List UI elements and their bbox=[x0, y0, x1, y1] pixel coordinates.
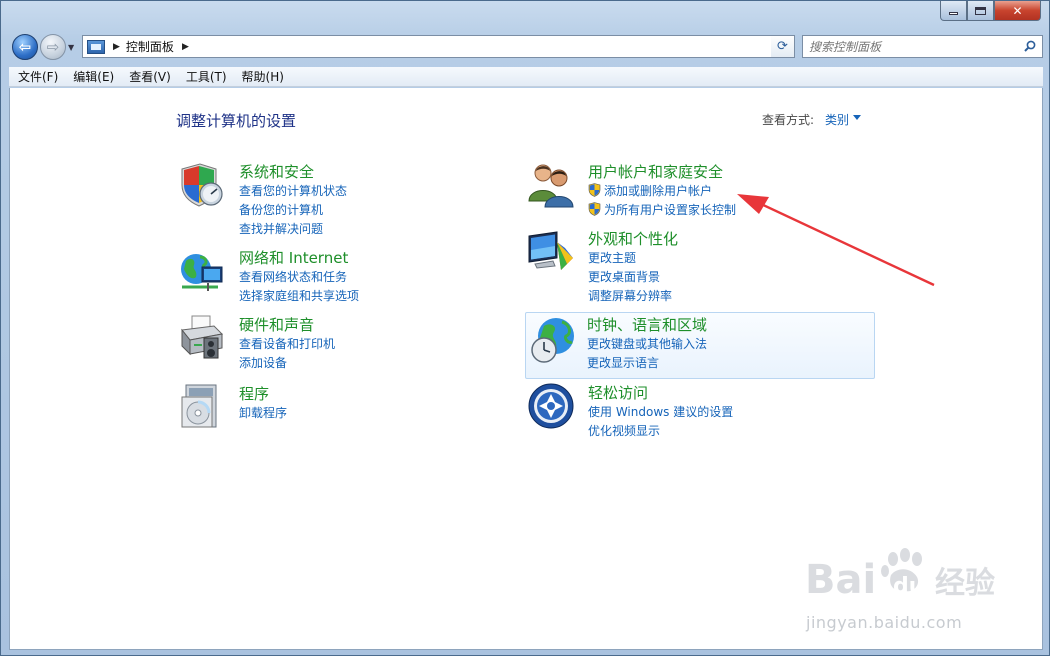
category-title[interactable]: 程序 bbox=[239, 383, 269, 404]
category-appearance: 外观和个性化 更改主题 更改桌面背景 调整屏幕分辨率 bbox=[527, 228, 827, 303]
category-network-internet: 网络和 Internet 查看网络状态和任务 选择家庭组和共享选项 bbox=[178, 247, 478, 303]
recent-pages-dropdown[interactable]: ▼ bbox=[68, 43, 74, 52]
category-links: 更改主题 更改桌面背景 调整屏幕分辨率 bbox=[588, 249, 672, 306]
link-parental-controls[interactable]: 为所有用户设置家长控制 bbox=[588, 201, 736, 220]
svg-text:Bai: Bai bbox=[805, 557, 876, 603]
control-panel-window: ✕ ⇦ ⇨ ▼ ▶ 控制面板 ▶ ▼ ⟳ 文件(F) 编辑(E) 查看(V) 工… bbox=[0, 0, 1050, 656]
menu-view[interactable]: 查看(V) bbox=[120, 68, 177, 85]
security-shield-icon[interactable] bbox=[178, 161, 226, 209]
back-arrow-icon: ⇦ bbox=[18, 38, 32, 56]
link-backup-computer[interactable]: 备份您的计算机 bbox=[239, 201, 347, 220]
link-view-computer-status[interactable]: 查看您的计算机状态 bbox=[239, 182, 347, 201]
search-box[interactable] bbox=[802, 35, 1043, 58]
category-clock-language-region[interactable]: 时钟、语言和区域 更改键盘或其他输入法 更改显示语言 bbox=[525, 312, 875, 379]
link-optimize-display[interactable]: 优化视频显示 bbox=[588, 422, 733, 441]
link-devices-printers[interactable]: 查看设备和打印机 bbox=[239, 335, 335, 354]
programs-disc-icon[interactable] bbox=[178, 383, 226, 431]
refresh-button[interactable]: ⟳ bbox=[771, 35, 795, 58]
uac-shield-icon bbox=[588, 183, 601, 197]
menu-file[interactable]: 文件(F) bbox=[9, 68, 64, 85]
control-panel-icon bbox=[87, 39, 105, 54]
category-system-security: 系统和安全 查看您的计算机状态 备份您的计算机 查找并解决问题 bbox=[178, 161, 478, 236]
hardware-printer-icon[interactable] bbox=[178, 314, 226, 362]
category-title[interactable]: 外观和个性化 bbox=[588, 228, 678, 249]
clock-globe-icon bbox=[531, 318, 574, 363]
link-display-language[interactable]: 更改显示语言 bbox=[587, 354, 707, 373]
svg-text:du: du bbox=[893, 574, 924, 599]
network-globe-icon[interactable] bbox=[178, 247, 226, 295]
svg-text:经验: 经验 bbox=[935, 566, 995, 601]
category-links: 卸载程序 bbox=[239, 404, 287, 423]
link-uninstall-program[interactable]: 卸载程序 bbox=[239, 404, 287, 423]
category-links: 查看您的计算机状态 备份您的计算机 查找并解决问题 bbox=[239, 182, 347, 239]
category-links: 使用 Windows 建议的设置 优化视频显示 bbox=[588, 403, 733, 441]
category-title[interactable]: 轻松访问 bbox=[588, 382, 648, 403]
link-add-device[interactable]: 添加设备 bbox=[239, 354, 335, 373]
search-icon[interactable] bbox=[1024, 40, 1036, 52]
page-title: 调整计算机的设置 bbox=[176, 112, 297, 130]
back-button[interactable]: ⇦ bbox=[12, 34, 38, 60]
uac-shield-icon bbox=[588, 202, 601, 216]
link-homegroup-sharing[interactable]: 选择家庭组和共享选项 bbox=[239, 287, 359, 306]
link-add-remove-accounts[interactable]: 添加或删除用户帐户 bbox=[588, 182, 736, 201]
breadcrumb-separator-icon[interactable]: ▶ bbox=[182, 42, 189, 52]
view-by-label: 查看方式: bbox=[762, 113, 815, 127]
menu-edit[interactable]: 编辑(E) bbox=[64, 68, 120, 85]
link-network-status[interactable]: 查看网络状态和任务 bbox=[239, 268, 359, 287]
breadcrumb-separator-icon[interactable]: ▶ bbox=[113, 42, 120, 52]
category-title[interactable]: 网络和 Internet bbox=[239, 247, 348, 268]
category-user-accounts: 用户帐户和家庭安全 添加或删除用户帐户 为所有用户设置家长控制 bbox=[527, 161, 827, 217]
category-links: 更改键盘或其他输入法 更改显示语言 bbox=[587, 335, 707, 373]
ease-of-access-icon[interactable] bbox=[527, 382, 575, 430]
category-title[interactable]: 系统和安全 bbox=[239, 161, 314, 182]
menu-tools[interactable]: 工具(T) bbox=[177, 68, 233, 85]
link-label: 为所有用户设置家长控制 bbox=[604, 203, 737, 217]
link-desktop-background[interactable]: 更改桌面背景 bbox=[588, 268, 672, 287]
category-links: 查看网络状态和任务 选择家庭组和共享选项 bbox=[239, 268, 359, 306]
link-troubleshoot[interactable]: 查找并解决问题 bbox=[239, 220, 347, 239]
search-input[interactable] bbox=[803, 39, 1013, 54]
close-button[interactable]: ✕ bbox=[994, 1, 1041, 21]
navigation-bar: ⇦ ⇨ ▼ ▶ 控制面板 ▶ ▼ ⟳ bbox=[9, 31, 1043, 63]
category-title[interactable]: 时钟、语言和区域 bbox=[587, 314, 707, 335]
category-title[interactable]: 用户帐户和家庭安全 bbox=[588, 161, 723, 182]
category-title[interactable]: 硬件和声音 bbox=[239, 314, 314, 335]
category-programs: 程序 卸载程序 bbox=[178, 383, 478, 433]
maximize-icon bbox=[975, 6, 986, 15]
category-links: 查看设备和打印机 添加设备 bbox=[239, 335, 335, 373]
minimize-icon bbox=[949, 12, 958, 15]
watermark-url: jingyan.baidu.com bbox=[806, 613, 963, 632]
link-change-theme[interactable]: 更改主题 bbox=[588, 249, 672, 268]
link-screen-resolution[interactable]: 调整屏幕分辨率 bbox=[588, 287, 672, 306]
view-by-caret-icon[interactable] bbox=[853, 115, 861, 120]
link-keyboards-input[interactable]: 更改键盘或其他输入法 bbox=[587, 335, 707, 354]
close-icon: ✕ bbox=[1012, 3, 1023, 18]
menu-help[interactable]: 帮助(H) bbox=[233, 68, 290, 85]
category-ease-of-access: 轻松访问 使用 Windows 建议的设置 优化视频显示 bbox=[527, 382, 827, 438]
category-links: 添加或删除用户帐户 为所有用户设置家长控制 bbox=[588, 182, 736, 220]
address-bar[interactable]: ▶ 控制面板 ▶ ▼ bbox=[82, 35, 795, 58]
menu-bar: 文件(F) 编辑(E) 查看(V) 工具(T) 帮助(H) bbox=[9, 67, 1043, 87]
maximize-button[interactable] bbox=[967, 1, 994, 21]
link-recommended-settings[interactable]: 使用 Windows 建议的设置 bbox=[588, 403, 733, 422]
minimize-button[interactable] bbox=[940, 1, 967, 21]
link-label: 添加或删除用户帐户 bbox=[604, 184, 713, 198]
breadcrumb-control-panel[interactable]: 控制面板 bbox=[126, 38, 174, 55]
view-by-dropdown[interactable]: 类别 bbox=[825, 111, 849, 128]
refresh-icon: ⟳ bbox=[777, 39, 788, 54]
caption-buttons: ✕ bbox=[940, 1, 1041, 21]
forward-button[interactable]: ⇨ bbox=[40, 34, 66, 60]
users-icon[interactable] bbox=[527, 161, 575, 209]
forward-arrow-icon: ⇨ bbox=[46, 38, 60, 56]
category-hardware-sound: 硬件和声音 查看设备和打印机 添加设备 bbox=[178, 314, 478, 370]
appearance-monitor-icon[interactable] bbox=[527, 228, 575, 276]
